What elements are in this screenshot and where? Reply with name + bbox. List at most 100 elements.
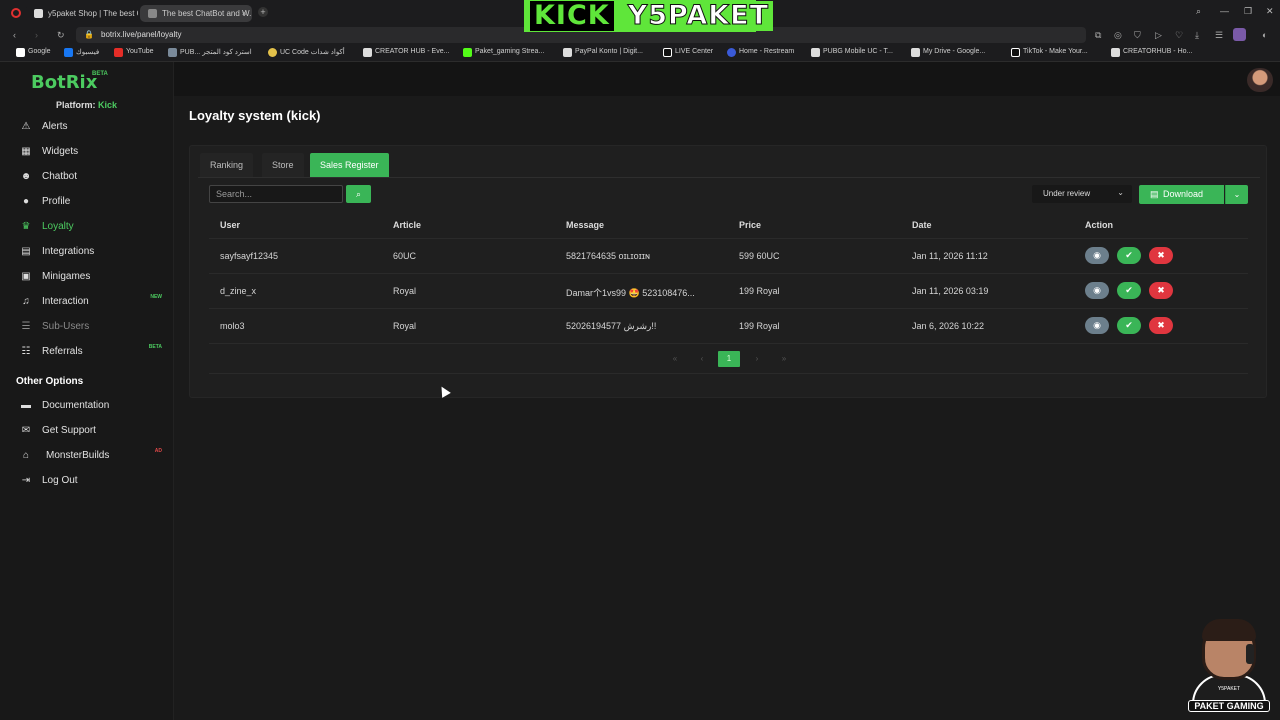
bookmark-label: Paket_gaming Strea...	[475, 48, 545, 55]
beta-badge: BETA	[148, 344, 162, 350]
close-window-icon[interactable]: ✕	[1266, 6, 1274, 17]
bookmark-item[interactable]: My Drive - Google...	[911, 48, 985, 57]
folder-icon	[911, 48, 920, 57]
tab-ranking[interactable]: Ranking	[200, 153, 254, 177]
minimize-icon[interactable]: —	[1220, 6, 1229, 16]
browser-tab-1[interactable]: y5paket Shop | The best C	[26, 5, 138, 22]
bookmark-item[interactable]: CREATORHUB - Ho...	[1111, 48, 1192, 57]
status-filter-value: Under review	[1043, 189, 1091, 198]
approve-button[interactable]: ✔	[1117, 282, 1141, 299]
bookmark-item[interactable]: Google	[16, 48, 51, 57]
bookmark-item[interactable]: UC Code أكواد شدات	[268, 48, 345, 57]
bookmark-item[interactable]: LIVE Center	[663, 48, 713, 57]
close-tab-icon[interactable]: ×	[242, 8, 247, 18]
sidebar-item-interaction[interactable]: ♫ Interaction NEW	[0, 291, 170, 313]
bookmark-item[interactable]: فيسبوك	[64, 48, 99, 57]
sidebar-item-minigames[interactable]: ▣ Minigames	[0, 266, 170, 288]
streamer-tag: Y5PAKET	[1217, 686, 1241, 692]
cell-user: d_zine_x	[220, 286, 257, 296]
forward-icon[interactable]: ›	[35, 30, 38, 40]
sidebar-item-label: Get Support	[42, 425, 96, 436]
view-button[interactable]: ◉	[1085, 247, 1109, 264]
sidebar-item-chatbot[interactable]: ☻ Chatbot	[0, 166, 170, 188]
column-header-action: Action	[1085, 220, 1113, 230]
close-icon: ✖	[1157, 250, 1165, 260]
table-row: sayfsayf12345 60UC 5821764635 ᴏɪʟɪᴏɪɪɴ 5…	[209, 238, 1248, 273]
sidebar-item-label: Interaction	[42, 296, 89, 307]
widgets-icon: ▦	[21, 146, 31, 157]
bookmark-item[interactable]: CREATOR HUB - Eve...	[363, 48, 449, 57]
view-button[interactable]: ◉	[1085, 282, 1109, 299]
sidebar-item-sub-users[interactable]: ☰ Sub-Users	[0, 316, 170, 338]
reject-button[interactable]: ✖	[1149, 282, 1173, 299]
streamer-label: PAKET GAMING	[1188, 700, 1270, 712]
sidebar-item-monsterbuilds[interactable]: ⌂ MonsterBuilds AD	[0, 445, 170, 467]
botrix-logo[interactable]: BotRix	[31, 72, 97, 93]
shield-icon[interactable]: ⛉	[1134, 30, 1141, 41]
search-button[interactable]: ⌕	[346, 185, 371, 203]
back-icon[interactable]: ‹	[13, 30, 16, 40]
pagination-first[interactable]: «	[664, 351, 686, 367]
approve-button[interactable]: ✔	[1117, 317, 1141, 334]
user-avatar[interactable]	[1247, 68, 1273, 92]
new-badge: NEW	[150, 294, 162, 300]
play-icon[interactable]: ▷	[1155, 30, 1162, 41]
sidebar-item-integrations[interactable]: ▤ Integrations	[0, 241, 170, 263]
eye-icon: ◉	[1093, 320, 1101, 330]
bookmark-item[interactable]: TikTok - Make Your...	[1011, 48, 1088, 57]
bookmark-item[interactable]: Home - Restream	[727, 48, 795, 57]
approve-button[interactable]: ✔	[1117, 247, 1141, 264]
url-text: botrix.live/panel/loyalty	[101, 30, 182, 39]
bookmark-item[interactable]: PayPal Konto | Digit...	[563, 48, 643, 57]
opera-logo-icon[interactable]	[11, 8, 21, 18]
reject-button[interactable]: ✖	[1149, 317, 1173, 334]
new-tab-button[interactable]: +	[258, 7, 268, 17]
sidebar-item-alerts[interactable]: ⚠ Alerts	[0, 116, 170, 138]
download-button[interactable]: ▤ Download	[1139, 185, 1224, 204]
sidebar-item-log-out[interactable]: ⇥ Log Out	[0, 470, 170, 492]
tab-store[interactable]: Store	[262, 153, 304, 177]
sidebar-item-widgets[interactable]: ▦ Widgets	[0, 141, 170, 163]
sidebar-toggle-icon[interactable]: ◐	[1262, 30, 1267, 40]
search-tabs-icon[interactable]: ⌕	[1196, 6, 1201, 17]
search-input[interactable]	[209, 185, 343, 203]
sidebar-item-label: Referrals	[42, 346, 83, 357]
tab-title: The best ChatBot and W...	[162, 9, 252, 18]
camera-icon[interactable]: ◎	[1114, 30, 1122, 41]
youtube-icon	[114, 48, 123, 57]
gamepad-icon: ▣	[21, 271, 31, 282]
heart-icon[interactable]: ♡	[1175, 30, 1183, 41]
reject-button[interactable]: ✖	[1149, 247, 1173, 264]
download-options-button[interactable]: ⌄	[1225, 185, 1248, 204]
pagination-prev[interactable]: ‹	[691, 351, 713, 367]
sidebar-item-loyalty[interactable]: ♛ Loyalty	[0, 216, 170, 238]
reload-icon[interactable]: ↻	[57, 30, 65, 41]
maximize-icon[interactable]: ❐	[1244, 6, 1252, 17]
bookmark-item[interactable]: PUBG Mobile UC - T...	[811, 48, 893, 57]
menu-icon[interactable]: ☰	[1215, 30, 1223, 41]
sidebar-item-get-support[interactable]: ✉ Get Support	[0, 420, 170, 442]
pagination-current[interactable]: 1	[718, 351, 740, 367]
sidebar-item-label: Widgets	[42, 146, 79, 157]
chevron-down-icon: ⌄	[1117, 188, 1124, 197]
profile-avatar[interactable]	[1233, 28, 1246, 41]
bookmark-item[interactable]: YouTube	[114, 48, 154, 57]
sidebar-item-profile[interactable]: ● Profile	[0, 191, 170, 213]
bookmark-item[interactable]: Paket_gaming Strea...	[463, 48, 545, 57]
pagination-next[interactable]: ›	[746, 351, 768, 367]
platform-value: Kick	[98, 100, 118, 110]
tab-sales-register[interactable]: Sales Register	[310, 153, 389, 177]
download-icon[interactable]: ⤓	[1195, 30, 1199, 41]
pagination-last[interactable]: »	[773, 351, 795, 367]
bookmark-label: Home - Restream	[739, 48, 795, 55]
sidebar-item-referrals[interactable]: ☷ Referrals BETA	[0, 341, 170, 363]
status-filter-select[interactable]: Under review ⌄	[1032, 185, 1132, 203]
view-button[interactable]: ◉	[1085, 317, 1109, 334]
tab-favicon-icon	[34, 9, 43, 18]
extensions-icon[interactable]: ⧉	[1095, 30, 1101, 41]
sidebar-item-documentation[interactable]: ▬ Documentation	[0, 395, 170, 417]
integrations-icon: ▤	[21, 246, 31, 257]
bookmark-item[interactable]: PUB... استرد كود المتجر	[168, 48, 252, 57]
bookmark-label: PUBG Mobile UC - T...	[823, 48, 893, 55]
browser-tab-2[interactable]: The best ChatBot and W... ×	[140, 5, 252, 22]
